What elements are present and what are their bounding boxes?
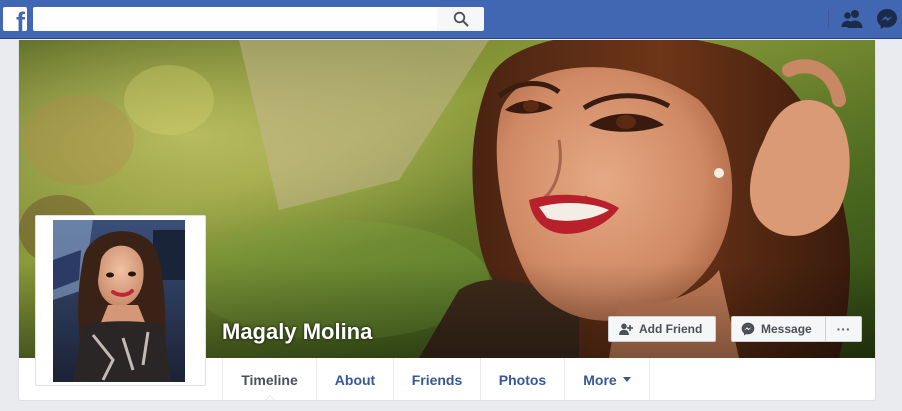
profile-header-card: Magaly Molina Add Friend Message ··· Tim… xyxy=(18,40,876,401)
facebook-logo-icon[interactable]: f xyxy=(3,7,27,31)
chevron-down-icon xyxy=(622,377,631,382)
tab-timeline[interactable]: Timeline xyxy=(223,358,317,400)
profile-picture-image xyxy=(53,220,185,382)
tab-label: Photos xyxy=(498,371,547,388)
profile-tabs: Timeline About Friends Photos More xyxy=(222,358,650,400)
add-friend-label: Add Friend xyxy=(639,322,703,336)
message-button[interactable]: Message xyxy=(731,316,826,342)
tab-about[interactable]: About xyxy=(317,358,394,400)
tab-label: Friends xyxy=(411,371,463,388)
tab-photos[interactable]: Photos xyxy=(481,358,565,400)
search-input[interactable] xyxy=(33,7,437,31)
more-options-label: ··· xyxy=(836,321,851,337)
friend-requests-icon xyxy=(841,10,863,28)
search-button[interactable] xyxy=(437,7,484,31)
add-friend-button[interactable]: Add Friend xyxy=(608,316,716,342)
facebook-logo-letter: f xyxy=(16,7,25,32)
more-options-button[interactable]: ··· xyxy=(825,316,862,342)
tab-label: Timeline xyxy=(241,371,298,388)
tab-friends[interactable]: Friends xyxy=(394,358,481,400)
nav-divider xyxy=(828,10,829,28)
add-friend-icon xyxy=(619,323,633,335)
profile-picture[interactable] xyxy=(35,215,206,386)
top-navigation-bar: f xyxy=(0,0,902,39)
tab-label: More xyxy=(583,371,617,388)
tab-label: About xyxy=(334,371,376,388)
profile-name[interactable]: Magaly Molina xyxy=(222,319,372,345)
messenger-icon xyxy=(877,9,897,29)
messenger-button[interactable] xyxy=(875,8,899,30)
message-label: Message xyxy=(761,322,812,336)
friend-requests-button[interactable] xyxy=(840,8,864,30)
active-tab-indicator xyxy=(262,395,277,400)
messenger-icon xyxy=(741,322,755,336)
tab-more[interactable]: More xyxy=(565,358,650,400)
search-icon xyxy=(453,11,468,27)
